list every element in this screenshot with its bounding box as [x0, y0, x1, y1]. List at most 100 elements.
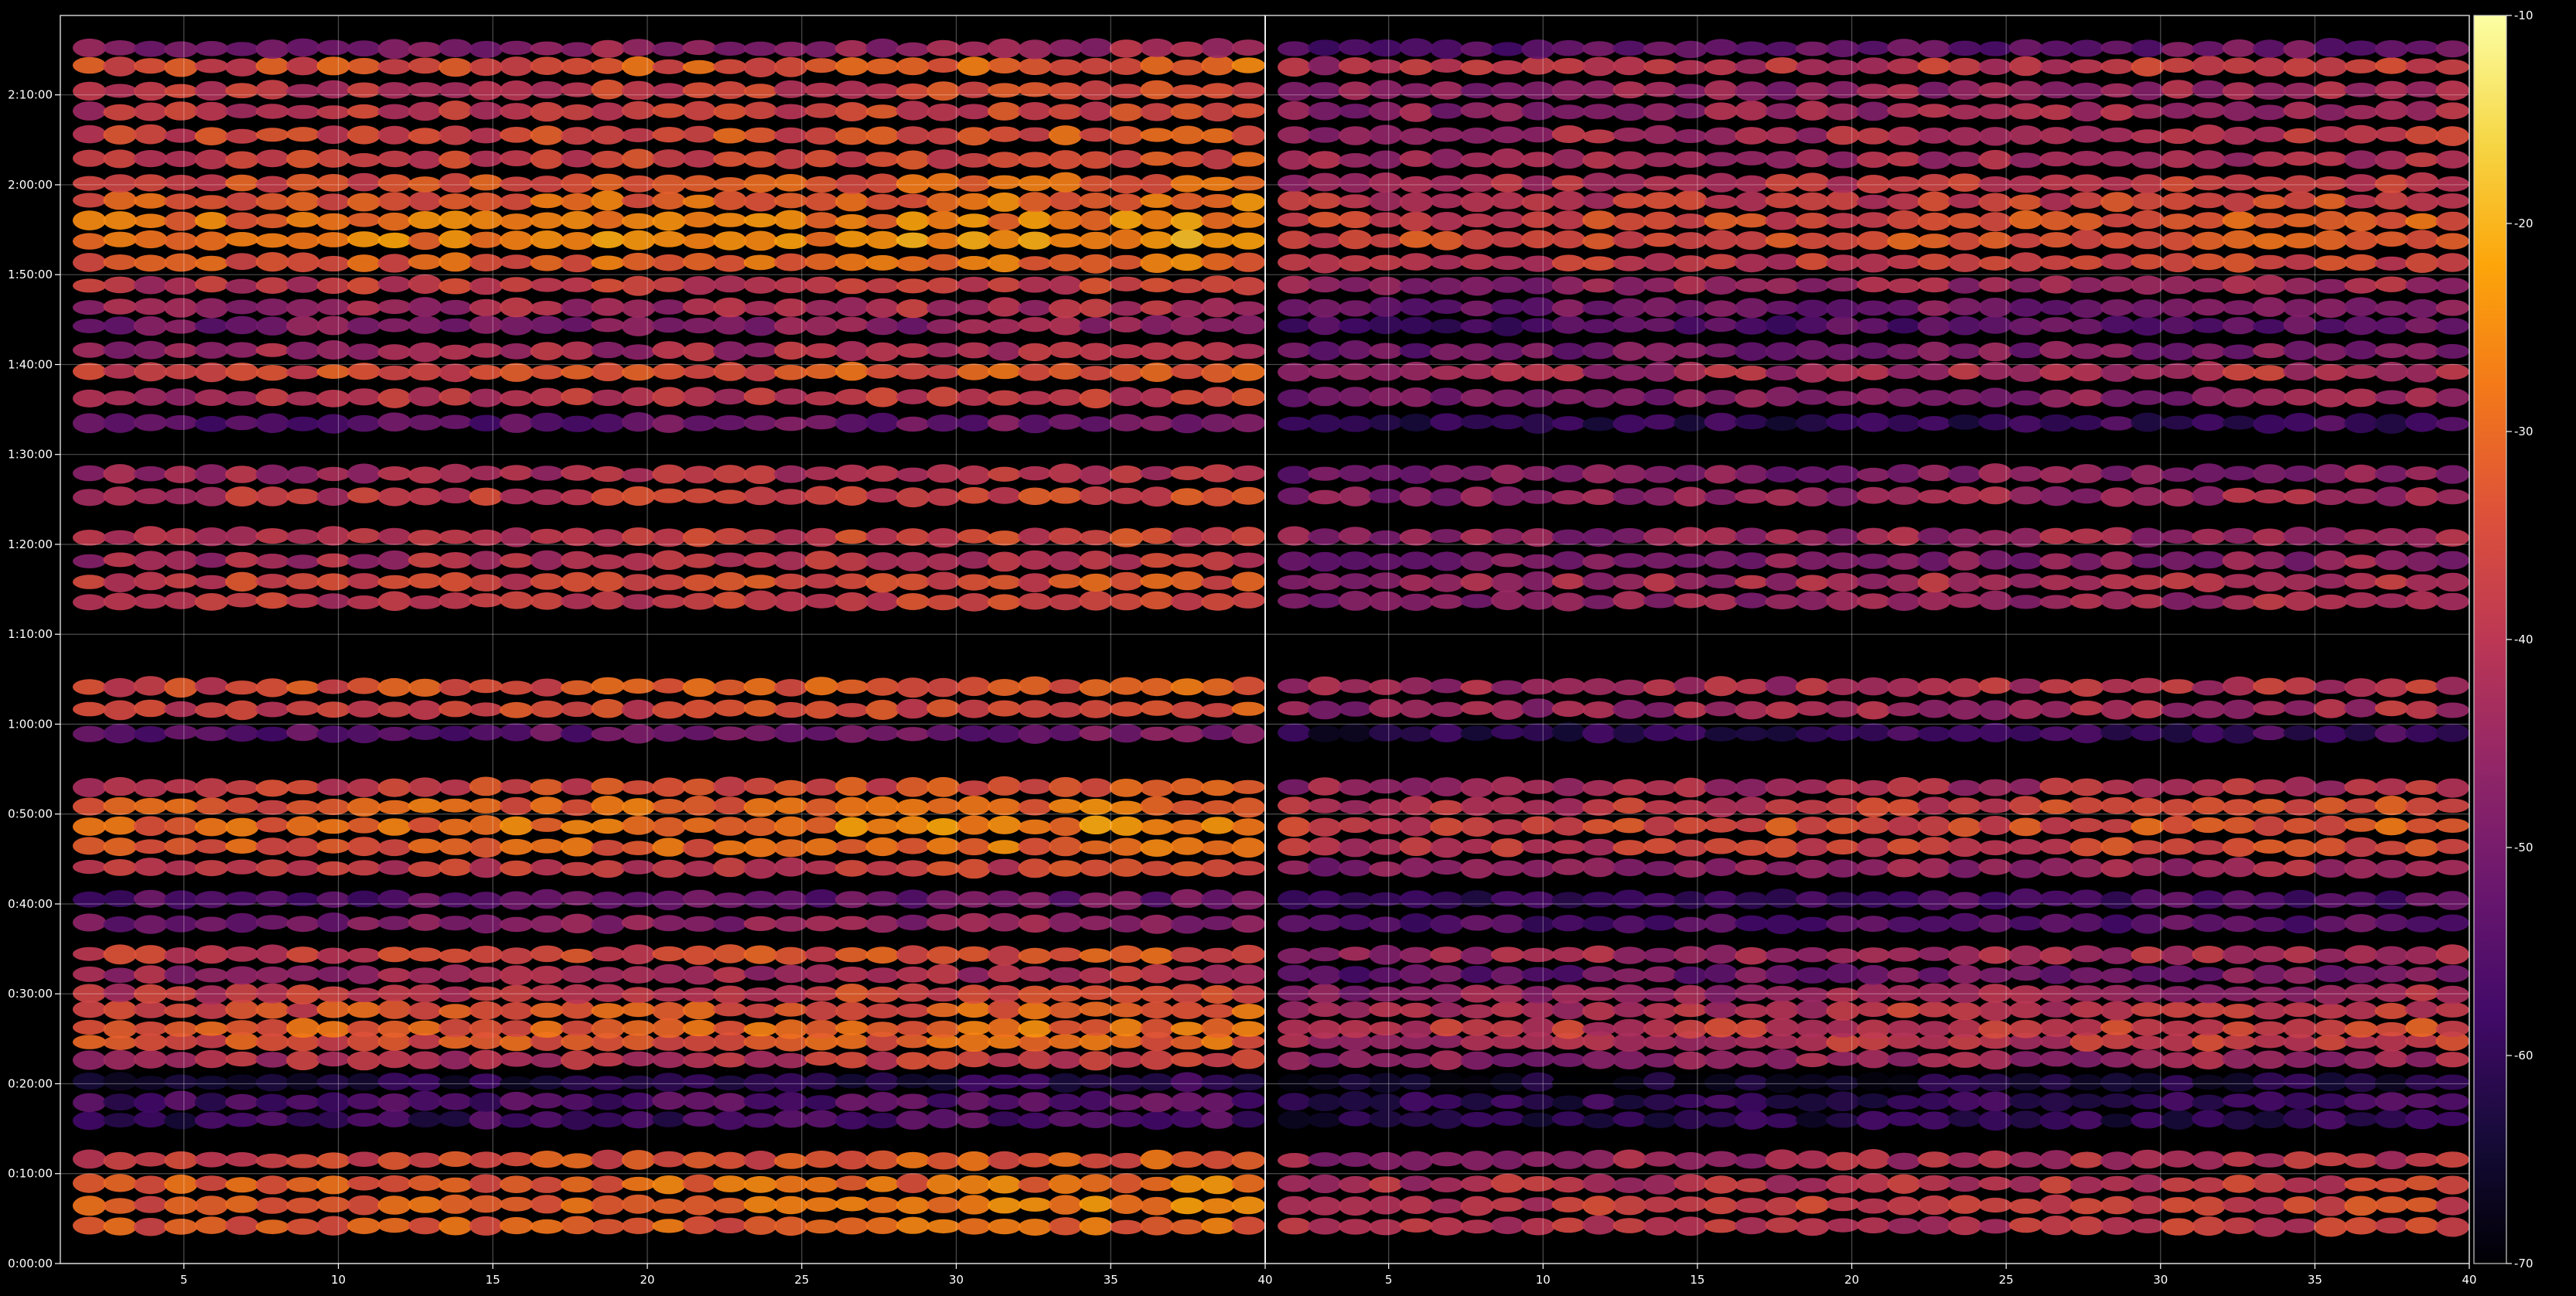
heatmap-cell: [1704, 1111, 1738, 1127]
heatmap-cell: [194, 59, 229, 73]
heatmap-cell: [316, 315, 350, 336]
heatmap-cell: [865, 967, 899, 984]
heatmap-cell: [1796, 1074, 1830, 1090]
colorbar-tick-label: -70: [2514, 1257, 2533, 1270]
heatmap-cell: [1231, 125, 1266, 146]
heatmap-cell: [2314, 1003, 2348, 1019]
heatmap-cell: [896, 278, 930, 294]
heatmap-cell: [1735, 1110, 1769, 1130]
heatmap-cell: [1826, 1218, 1860, 1233]
heatmap-cell: [1948, 414, 1982, 430]
heatmap-cell: [133, 858, 168, 876]
heatmap-cell: [73, 1035, 107, 1049]
heatmap-cell: [2435, 860, 2469, 875]
heatmap-cell: [1521, 1017, 1555, 1038]
heatmap-cell: [225, 592, 259, 608]
heatmap-cell: [2192, 1094, 2226, 1111]
heatmap-cell: [896, 889, 930, 909]
heatmap-cell: [591, 1003, 625, 1019]
heatmap-cell: [1369, 1110, 1403, 1128]
heatmap-cell: [1917, 341, 1951, 362]
heatmap-cell: [1170, 60, 1205, 76]
heatmap-cell: [1231, 82, 1266, 99]
heatmap-cell: [164, 58, 198, 77]
heatmap-cell: [225, 838, 259, 854]
heatmap-cell: [408, 387, 442, 407]
heatmap-cell: [591, 1112, 625, 1128]
heatmap-cell: [1582, 1195, 1616, 1216]
heatmap-cell: [2374, 465, 2409, 483]
heatmap-cell: [834, 1196, 869, 1212]
heatmap-cell: [438, 278, 473, 295]
heatmap-cell: [1826, 915, 1860, 933]
heatmap-cell: [621, 387, 656, 407]
heatmap-cell: [1917, 796, 1951, 815]
heatmap-cell: [2283, 1092, 2317, 1110]
heatmap-cell: [1109, 800, 1144, 815]
heatmap-cell: [988, 776, 1022, 796]
heatmap-cell: [926, 776, 960, 797]
heatmap-cell: [1308, 1019, 1342, 1039]
heatmap-cell: [1978, 414, 2012, 431]
heatmap-cell: [2314, 193, 2348, 210]
heatmap-cell: [1170, 41, 1205, 57]
heatmap-cell: [1140, 1149, 1174, 1170]
heatmap-cell: [1612, 591, 1646, 610]
heatmap-cell: [1582, 1173, 1616, 1193]
heatmap-cell: [1643, 800, 1677, 814]
heatmap-cell: [1948, 837, 1982, 857]
heatmap-cell: [1018, 363, 1052, 381]
heatmap-cell: [1796, 817, 1830, 835]
heatmap-cell: [1551, 125, 1586, 143]
heatmap-cell: [2100, 213, 2134, 228]
heatmap-cell: [896, 983, 930, 1002]
heatmap-cell: [1978, 1197, 2012, 1213]
heatmap-cell: [1796, 414, 1830, 432]
heatmap-cell: [1170, 466, 1205, 480]
heatmap-cell: [1201, 1018, 1235, 1039]
heatmap-cell: [2344, 914, 2378, 933]
heatmap-cell: [1735, 575, 1769, 589]
heatmap-cell: [1612, 388, 1646, 406]
heatmap-cell: [1430, 148, 1464, 169]
heatmap-cell: [2192, 573, 2226, 592]
heatmap-cell: [865, 152, 899, 167]
heatmap-cell: [164, 527, 198, 546]
heatmap-cell: [2039, 1194, 2073, 1215]
heatmap-cell: [591, 726, 625, 742]
heatmap-cell: [1018, 914, 1052, 933]
heatmap-cell: [2069, 553, 2104, 571]
x-tick-label: 20: [640, 1273, 654, 1287]
heatmap-cell: [896, 593, 930, 610]
heatmap-cell: [438, 779, 473, 796]
heatmap-cell: [500, 1091, 534, 1111]
heatmap-cell: [2131, 817, 2165, 836]
heatmap-cell: [2253, 39, 2287, 58]
heatmap-cell: [2283, 82, 2317, 100]
heatmap-cell: [1018, 210, 1052, 230]
heatmap-cell: [1582, 389, 1616, 408]
heatmap-cell: [530, 1093, 564, 1109]
heatmap-cell: [255, 1153, 289, 1168]
heatmap-cell: [1430, 175, 1464, 192]
heatmap-cell: [225, 1152, 259, 1167]
heatmap-cell: [2283, 946, 2317, 963]
heatmap-cell: [1018, 1049, 1052, 1069]
heatmap-cell: [2131, 81, 2165, 101]
heatmap-cell: [1551, 677, 1586, 695]
heatmap-cell: [1826, 343, 1860, 361]
heatmap-cell: [1856, 573, 1891, 590]
heatmap-cell: [1643, 232, 1677, 247]
heatmap-cell: [1308, 1001, 1342, 1018]
heatmap-cell: [1521, 698, 1555, 718]
heatmap-cell: [926, 963, 960, 984]
heatmap-cell: [2192, 946, 2226, 963]
heatmap-cell: [713, 817, 747, 836]
heatmap-cell: [1856, 983, 1891, 1003]
heatmap-cell: [408, 57, 442, 74]
heatmap-cell: [896, 1196, 930, 1215]
heatmap-cell: [988, 964, 1022, 983]
heatmap-cell: [1170, 701, 1205, 719]
heatmap-cell: [1612, 276, 1646, 296]
heatmap-cell: [530, 80, 564, 99]
